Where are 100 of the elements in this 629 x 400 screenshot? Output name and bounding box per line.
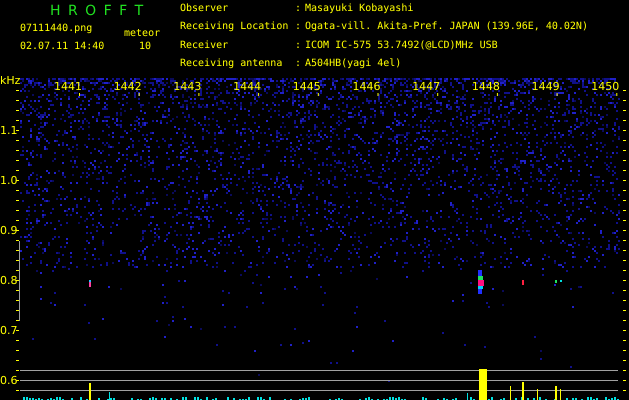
tick-mark (16, 210, 19, 211)
tick-mark (16, 290, 19, 291)
tick-mark (16, 310, 19, 311)
tick-mark (623, 190, 626, 191)
tick-mark (16, 140, 19, 141)
info-label: Receiver (180, 40, 230, 52)
tick-mark (496, 93, 498, 96)
info-label: Observer (180, 3, 230, 16)
tick-mark (16, 270, 19, 271)
meteor-echo (555, 280, 562, 283)
tick-mark (623, 360, 626, 361)
tick-mark (16, 200, 19, 201)
tick-mark (623, 100, 626, 101)
info-value: Ogata-vill. Akita-Pref. JAPAN (139.96E, 40.02N) (305, 21, 588, 34)
tick-mark (16, 90, 19, 91)
tick-mark (623, 230, 626, 231)
frequency-label: 1450 (591, 80, 620, 93)
tick-mark (16, 110, 19, 111)
tick-mark (623, 390, 626, 391)
info-label: Receiving antenna (180, 58, 284, 71)
tick-mark (16, 230, 19, 231)
tick-mark (623, 320, 626, 321)
tick-mark (437, 93, 438, 96)
tick-mark (623, 200, 626, 201)
meteor-label: meteor (124, 28, 160, 39)
app-title: H R O F F T (50, 3, 145, 19)
frequency-label: 1447 (412, 80, 440, 93)
tick-mark (623, 370, 626, 371)
tick-mark (623, 90, 626, 91)
tick-mark (623, 350, 626, 351)
tick-mark (16, 250, 19, 251)
scale-label: 0.8 (0, 274, 18, 287)
meteor-count: 10 (139, 41, 152, 52)
tick-mark (623, 270, 626, 271)
tick-mark (623, 180, 626, 181)
frequency-label: 1448 (472, 80, 500, 93)
tick-mark (318, 93, 319, 96)
tick-mark (16, 370, 19, 371)
tick-mark (623, 130, 626, 131)
tick-mark (16, 100, 19, 101)
tick-mark (16, 300, 19, 301)
tick-mark (138, 93, 140, 96)
file-name: 07111440.png (20, 23, 92, 34)
info-separator: : (295, 40, 302, 52)
tick-mark (623, 310, 626, 311)
tick-mark (16, 360, 19, 361)
tick-mark (16, 390, 19, 391)
tick-mark (198, 93, 200, 96)
tick-mark (79, 93, 80, 96)
tick-mark (16, 240, 19, 241)
tick-mark (16, 380, 19, 381)
tick-mark (623, 330, 626, 331)
tick-mark (623, 170, 626, 171)
info-value: Masayuki Kobayashi (305, 3, 414, 16)
tick-mark (623, 140, 626, 141)
tick-mark (16, 260, 19, 261)
tick-mark (623, 220, 626, 221)
tick-mark (623, 260, 626, 261)
meteor-echo (478, 270, 484, 294)
info-value: ICOM IC-575 53.7492(@LCD)MHz USB (305, 40, 499, 52)
tick-mark (16, 180, 19, 181)
tick-mark (16, 320, 19, 321)
tick-mark (16, 160, 19, 161)
tick-mark (16, 280, 19, 281)
unit-label: kHz (0, 76, 20, 87)
tick-mark (258, 93, 260, 96)
tick-mark (623, 300, 626, 301)
frequency-label: 1443 (173, 80, 202, 93)
scale-label: 1.1 (0, 124, 18, 137)
info-separator: : (295, 58, 302, 71)
frequency-label: 1449 (532, 80, 560, 93)
info-value: A504HB(yagi 4el) (305, 58, 402, 71)
tick-mark (623, 280, 626, 281)
tick-mark (16, 220, 19, 221)
tick-mark (616, 93, 618, 96)
tick-mark (623, 120, 626, 121)
tick-mark (16, 330, 19, 331)
scale-label: 0.6 (0, 374, 18, 387)
tick-mark (556, 93, 558, 96)
scale-label: 0.9 (0, 224, 18, 237)
tick-mark (16, 190, 19, 191)
tick-mark (623, 380, 626, 381)
tick-mark (16, 130, 19, 131)
tick-mark (623, 340, 626, 341)
scale-label: 0.7 (0, 324, 18, 337)
info-separator: : (295, 3, 302, 16)
frequency-label: 1446 (352, 80, 380, 93)
tick-mark (16, 350, 19, 351)
tick-mark (623, 240, 626, 241)
tick-mark (623, 250, 626, 251)
tick-mark (16, 170, 19, 171)
tick-mark (623, 290, 626, 291)
tick-mark (16, 340, 19, 341)
tick-mark (623, 160, 626, 161)
tick-mark (623, 150, 626, 151)
frequency-label: 1441 (54, 80, 82, 93)
scale-label: 1.0 (0, 174, 18, 187)
frequency-label: 1442 (114, 80, 142, 93)
info-separator: : (295, 21, 302, 34)
tick-mark (16, 150, 19, 151)
